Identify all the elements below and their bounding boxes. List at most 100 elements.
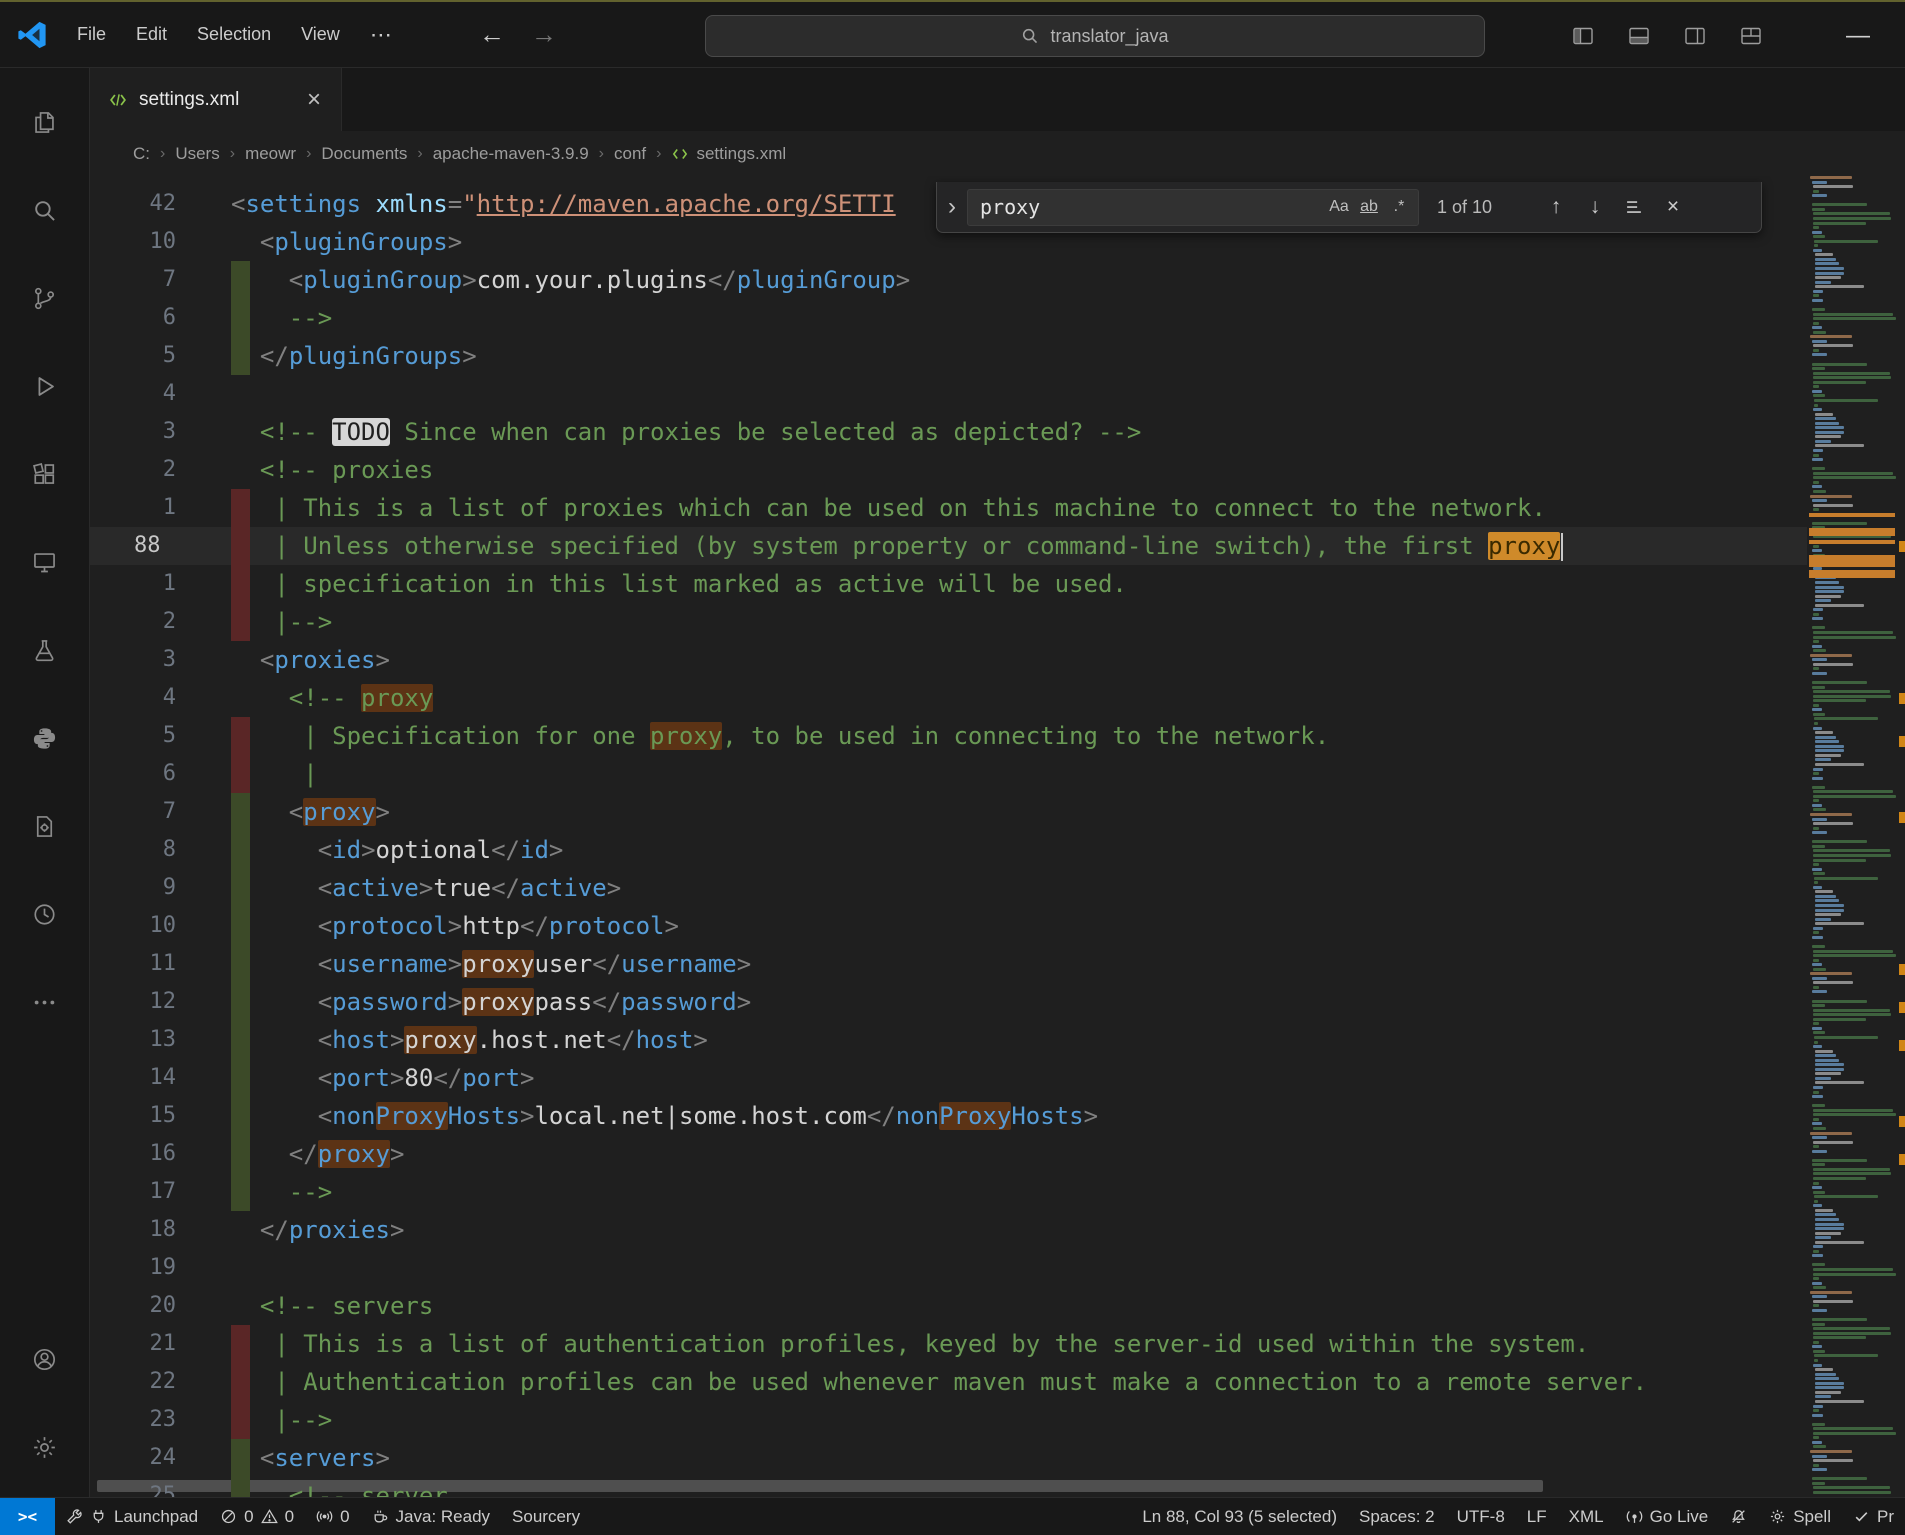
tab-settings-xml[interactable]: settings.xml × [90, 68, 342, 131]
find-in-selection-button[interactable] [1616, 189, 1652, 225]
line-number[interactable]: 15 [90, 1097, 231, 1135]
search-icon[interactable] [0, 166, 90, 254]
line-number[interactable]: 6 [90, 755, 231, 793]
python-icon[interactable] [0, 694, 90, 782]
code-line-current[interactable]: 88 | Unless otherwise specified (by syst… [90, 527, 1807, 565]
toggle-sidebar-icon[interactable] [1571, 24, 1595, 48]
explorer-icon[interactable] [0, 78, 90, 166]
line-number[interactable]: 88 [90, 527, 231, 565]
breadcrumb-item[interactable]: C: [131, 144, 152, 164]
line-number[interactable]: 11 [90, 945, 231, 983]
line-number[interactable]: 5 [90, 717, 231, 755]
status-prettier[interactable]: Pr [1842, 1498, 1905, 1535]
line-number[interactable]: 16 [90, 1135, 231, 1173]
line-number[interactable]: 12 [90, 983, 231, 1021]
line-number[interactable]: 9 [90, 869, 231, 907]
menu-overflow[interactable]: ⋯ [355, 2, 409, 67]
line-number[interactable]: 2 [90, 451, 231, 489]
status-java-status[interactable]: Java: Ready [361, 1498, 502, 1535]
minimize-button[interactable]: — [1835, 22, 1881, 50]
code-line[interactable]: 5 | Specification for one proxy, to be u… [90, 717, 1807, 755]
code-line[interactable]: 4 [90, 375, 1807, 413]
menu-selection[interactable]: Selection [182, 2, 286, 67]
code-line[interactable]: 7 <proxy> [90, 793, 1807, 831]
find-input[interactable]: proxy Aa ab .* [967, 189, 1419, 226]
line-number[interactable]: 24 [90, 1439, 231, 1477]
line-number[interactable]: 18 [90, 1211, 231, 1249]
line-number[interactable]: 17 [90, 1173, 231, 1211]
history-forward-button[interactable]: → [531, 19, 557, 50]
code-line[interactable]: 23 |--> [90, 1401, 1807, 1439]
toggle-panel-icon[interactable] [1627, 24, 1651, 48]
breadcrumb-item[interactable]: Documents [319, 144, 409, 164]
code-line[interactable]: 10 <protocol>http</protocol> [90, 907, 1807, 945]
status-launchpad[interactable]: Launchpad [55, 1498, 209, 1535]
line-number[interactable]: 23 [90, 1401, 231, 1439]
code-line[interactable]: 4 <!-- proxy [90, 679, 1807, 717]
status-ports[interactable]: 0 [305, 1498, 360, 1535]
line-number[interactable]: 20 [90, 1287, 231, 1325]
code-line[interactable]: 2 <!-- proxies [90, 451, 1807, 489]
code-line[interactable]: 20 <!-- servers [90, 1287, 1807, 1325]
remote-indicator[interactable]: >< [0, 1498, 55, 1535]
code-line[interactable]: 7 <pluginGroup>com.your.plugins</pluginG… [90, 261, 1807, 299]
status-encoding[interactable]: UTF-8 [1446, 1498, 1516, 1535]
line-number[interactable]: 10 [90, 907, 231, 945]
code-line[interactable]: 11 <username>proxyuser</username> [90, 945, 1807, 983]
line-number[interactable]: 19 [90, 1249, 231, 1287]
line-number[interactable]: 10 [90, 223, 231, 261]
line-number[interactable]: 8 [90, 831, 231, 869]
status-language-mode[interactable]: XML [1558, 1498, 1615, 1535]
find-next-button[interactable]: ↓ [1577, 189, 1613, 225]
status-problems[interactable]: 00 [209, 1498, 305, 1535]
find-previous-button[interactable]: ↑ [1538, 189, 1574, 225]
clock-icon[interactable] [0, 870, 90, 958]
code-line[interactable]: 21 | This is a list of authentication pr… [90, 1325, 1807, 1363]
status-eol[interactable]: LF [1516, 1498, 1558, 1535]
remote-explorer-icon[interactable] [0, 518, 90, 606]
menu-file[interactable]: File [62, 2, 121, 67]
regex-toggle[interactable]: .* [1384, 192, 1414, 222]
line-number[interactable]: 7 [90, 793, 231, 831]
line-number[interactable]: 22 [90, 1363, 231, 1401]
code-line[interactable]: 19 [90, 1249, 1807, 1287]
account-icon[interactable] [0, 1315, 90, 1403]
more-icon[interactable] [0, 958, 90, 1046]
line-number[interactable]: 21 [90, 1325, 231, 1363]
code-line[interactable]: 15 <nonProxyHosts>local.net|some.host.co… [90, 1097, 1807, 1135]
status-go-live[interactable]: Go Live [1615, 1498, 1720, 1535]
breadcrumb-file[interactable]: settings.xml [669, 144, 788, 164]
extensions-icon[interactable] [0, 430, 90, 518]
line-number[interactable]: 7 [90, 261, 231, 299]
code-line[interactable]: 22 | Authentication profiles can be used… [90, 1363, 1807, 1401]
line-number[interactable]: 3 [90, 413, 231, 451]
code-line[interactable]: 2 |--> [90, 603, 1807, 641]
customize-layout-icon[interactable] [1739, 24, 1763, 48]
line-number[interactable]: 13 [90, 1021, 231, 1059]
code-line[interactable]: 3 <!-- TODO Since when can proxies be se… [90, 413, 1807, 451]
status-indentation[interactable]: Spaces: 2 [1348, 1498, 1446, 1535]
history-back-button[interactable]: ← [479, 19, 505, 50]
breadcrumb-item[interactable]: Users [173, 144, 221, 164]
line-number[interactable]: 1 [90, 489, 231, 527]
toggle-secondary-sidebar-icon[interactable] [1683, 24, 1707, 48]
code-line[interactable]: 16 </proxy> [90, 1135, 1807, 1173]
menu-view[interactable]: View [286, 2, 355, 67]
code-editor[interactable]: 42<settings xmlns="http://maven.apache.o… [90, 176, 1807, 1497]
settings-icon[interactable] [0, 1403, 90, 1491]
menu-edit[interactable]: Edit [121, 2, 182, 67]
status-sourcery[interactable]: Sourcery [501, 1498, 591, 1535]
command-center-search[interactable]: translator_java [705, 15, 1485, 57]
line-number[interactable]: 1 [90, 565, 231, 603]
breadcrumb-item[interactable]: conf [612, 144, 648, 164]
breadcrumb-item[interactable]: meowr [243, 144, 298, 164]
code-line[interactable]: 3 <proxies> [90, 641, 1807, 679]
code-line[interactable]: 24 <servers> [90, 1439, 1807, 1477]
code-line[interactable]: 12 <password>proxypass</password> [90, 983, 1807, 1021]
testing-icon[interactable] [0, 606, 90, 694]
line-number[interactable]: 42 [90, 185, 231, 223]
gear-file-icon[interactable] [0, 782, 90, 870]
find-replace-toggle-icon[interactable]: › [937, 193, 967, 221]
minimap[interactable] [1807, 176, 1899, 1497]
code-line[interactable]: 6 | [90, 755, 1807, 793]
